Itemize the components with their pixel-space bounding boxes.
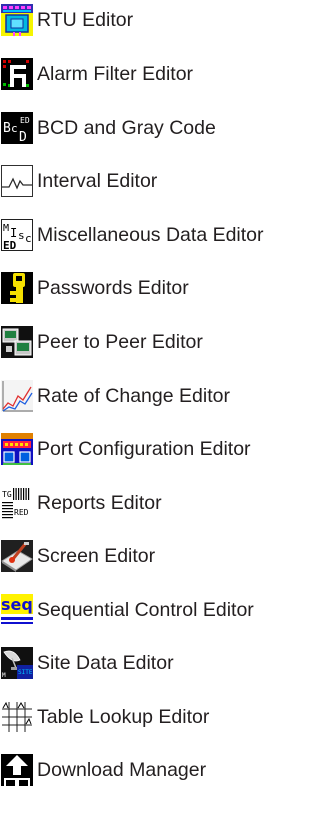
download-arrow-icon <box>1 754 33 786</box>
screen-editor-icon <box>1 540 33 572</box>
tool-label-alarm-filter-editor: Alarm Filter Editor <box>37 63 194 85</box>
svg-text:ED: ED <box>20 116 30 125</box>
tool-item-interval-editor[interactable]: Interval Editor <box>0 163 157 199</box>
port-configuration-icon <box>1 433 33 465</box>
site-data-satellite-icon: SITE M <box>1 647 33 679</box>
tool-item-rtu-editor[interactable]: RTU Editor <box>0 2 133 38</box>
sequential-control-icon: seq <box>1 594 33 626</box>
svg-text:M: M <box>3 223 9 234</box>
svg-text:c: c <box>11 122 18 135</box>
tool-label-table-lookup-editor: Table Lookup Editor <box>37 706 210 728</box>
tool-item-screen-editor[interactable]: Screen Editor <box>0 538 155 574</box>
tool-label-port-configuration-editor: Port Configuration Editor <box>37 438 251 460</box>
tool-item-table-lookup-editor[interactable]: Table Lookup Editor <box>0 699 209 735</box>
svg-text:I: I <box>10 226 17 240</box>
svg-text:RED: RED <box>14 508 29 517</box>
tool-item-site-data-editor[interactable]: SITE M Site Data Editor <box>0 645 174 681</box>
tool-item-download-manager[interactable]: Download Manager <box>0 752 206 788</box>
tool-item-passwords-editor[interactable]: Passwords Editor <box>0 270 189 306</box>
reports-icon: TG RED <box>1 487 33 519</box>
tool-item-port-configuration-editor[interactable]: Port Configuration Editor <box>0 431 251 467</box>
tool-label-download-manager: Download Manager <box>37 759 207 781</box>
svg-text:ED: ED <box>3 239 17 252</box>
tool-item-reports-editor[interactable]: TG RED Reports Editor <box>0 485 162 521</box>
tool-item-miscellaneous-data-editor[interactable]: M I s c ED Miscellaneous Data Editor <box>0 217 264 253</box>
tool-item-rate-of-change-editor[interactable]: Rate of Change Editor <box>0 378 230 414</box>
tool-item-sequential-control-editor[interactable]: seq Sequential Control Editor <box>0 592 254 628</box>
tool-item-bcd-gray-code[interactable]: B c ED D BCD and Gray Code <box>0 110 216 146</box>
tool-label-rtu-editor: RTU Editor <box>37 9 134 31</box>
tool-item-peer-to-peer-editor[interactable]: Peer to Peer Editor <box>0 324 203 360</box>
tool-label-bcd-gray-code: BCD and Gray Code <box>37 117 216 139</box>
alarm-filter-icon <box>1 58 33 90</box>
bcd-gray-code-icon: B c ED D <box>1 112 33 145</box>
peer-to-peer-icon <box>1 326 33 358</box>
rtu-editor-icon <box>1 4 33 36</box>
misc-data-icon: M I s c ED <box>1 219 33 252</box>
rate-of-change-chart-icon <box>1 380 33 412</box>
tool-label-reports-editor: Reports Editor <box>37 492 162 514</box>
svg-text:M: M <box>2 672 6 679</box>
table-lookup-grid-icon <box>1 701 33 733</box>
svg-text:D: D <box>19 130 27 145</box>
tool-label-site-data-editor: Site Data Editor <box>37 652 174 674</box>
svg-text:seq: seq <box>1 595 33 614</box>
interval-waveform-icon <box>1 165 33 197</box>
svg-text:TG: TG <box>2 490 12 499</box>
tool-item-alarm-filter-editor[interactable]: Alarm Filter Editor <box>0 56 193 92</box>
tool-label-passwords-editor: Passwords Editor <box>37 277 189 299</box>
key-icon <box>1 272 33 304</box>
svg-text:SITE: SITE <box>18 669 33 676</box>
tool-label-sequential-control-editor: Sequential Control Editor <box>37 599 254 621</box>
tool-label-peer-to-peer-editor: Peer to Peer Editor <box>37 331 203 353</box>
svg-text:s: s <box>18 229 25 242</box>
svg-text:c: c <box>25 232 32 245</box>
tool-label-interval-editor: Interval Editor <box>37 170 158 192</box>
tool-label-rate-of-change-editor: Rate of Change Editor <box>37 385 230 407</box>
tool-label-screen-editor: Screen Editor <box>37 545 156 567</box>
tool-label-miscellaneous-data-editor: Miscellaneous Data Editor <box>37 224 264 246</box>
svg-text:B: B <box>3 121 11 136</box>
